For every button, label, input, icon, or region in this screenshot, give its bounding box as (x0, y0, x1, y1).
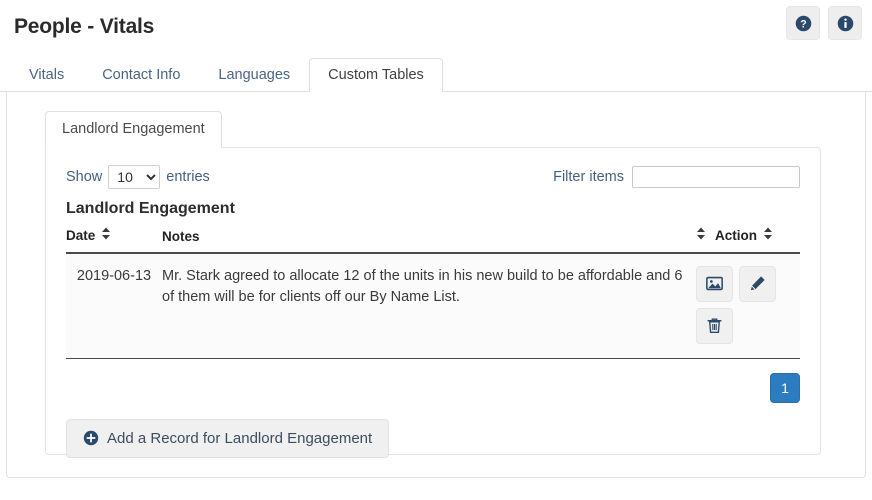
image-icon (706, 275, 723, 292)
edit-button[interactable] (739, 265, 776, 302)
outer-tab-bar: Vitals Contact Info Languages Custom Tab… (0, 54, 872, 92)
column-label-action: Action (715, 228, 757, 243)
filter-label: Filter items (553, 168, 624, 185)
table-body: 2019-06-13 Mr. Stark agreed to allocate … (66, 252, 800, 359)
filter-control: Filter items (553, 165, 800, 188)
landlord-engagement-table: Date Notes Action 2019-06-13 Mr. Stark a… (66, 227, 800, 359)
sort-icon-action (763, 227, 776, 243)
inner-tab-bar: Landlord Engagement (23, 110, 849, 148)
datatable-controls: Show 102550100 entries Filter items (66, 162, 800, 192)
add-record-label: Add a Record for Landlord Engagement (107, 429, 373, 447)
pagination: 1 (66, 372, 800, 403)
sort-icon-date (101, 227, 114, 243)
cell-notes: Mr. Stark agreed to allocate 12 of the u… (162, 252, 696, 359)
add-record-button[interactable]: Add a Record for Landlord Engagement (66, 418, 390, 458)
page-length-control: Show 102550100 entries (66, 164, 210, 189)
tab-custom-tables[interactable]: Custom Tables (309, 57, 443, 92)
filter-input[interactable] (632, 165, 800, 188)
sort-icon-notes (696, 227, 709, 243)
custom-tables-panel: Landlord Engagement Show 102550100 entri… (6, 92, 866, 478)
table-caption: Landlord Engagement (66, 199, 235, 217)
add-record-row: Add a Record for Landlord Engagement (66, 418, 800, 458)
help-button[interactable]: ? (786, 6, 820, 40)
column-label-notes: Notes (162, 228, 200, 244)
delete-button[interactable] (696, 307, 733, 344)
entries-label: entries (166, 168, 210, 185)
info-icon (837, 15, 854, 32)
inner-tab-landlord-engagement[interactable]: Landlord Engagement (45, 111, 222, 148)
cell-date: 2019-06-13 (66, 252, 162, 359)
tab-vitals[interactable]: Vitals (10, 58, 83, 93)
plus-circle-icon (83, 430, 99, 446)
table-header-row: Date Notes Action (66, 227, 800, 254)
table-row: 2019-06-13 Mr. Stark agreed to allocate … (66, 252, 800, 359)
page-button-1[interactable]: 1 (770, 372, 800, 403)
table-head: Date Notes Action (66, 227, 800, 254)
column-header-notes[interactable]: Notes (162, 227, 696, 254)
column-header-date[interactable]: Date (66, 227, 162, 254)
info-button[interactable] (828, 6, 862, 40)
svg-text:?: ? (800, 18, 806, 30)
landlord-engagement-panel: Show 102550100 entries Filter items Land… (45, 146, 821, 458)
show-label: Show (66, 168, 103, 185)
pencil-icon (749, 275, 766, 292)
tab-contact-info[interactable]: Contact Info (83, 58, 199, 93)
row-action-buttons (696, 265, 788, 344)
view-image-button[interactable] (696, 265, 733, 302)
tab-languages[interactable]: Languages (199, 58, 309, 93)
page-length-select[interactable]: 102550100 (108, 164, 161, 189)
page-title: People - Vitals (14, 15, 155, 38)
page-header: People - Vitals ? (0, 0, 872, 54)
column-label-date: Date (66, 228, 96, 243)
help-icon: ? (795, 15, 812, 32)
trash-icon (706, 317, 723, 334)
column-header-action[interactable]: Action (696, 227, 800, 254)
header-actions: ? (786, 6, 862, 40)
cell-action (696, 252, 800, 359)
